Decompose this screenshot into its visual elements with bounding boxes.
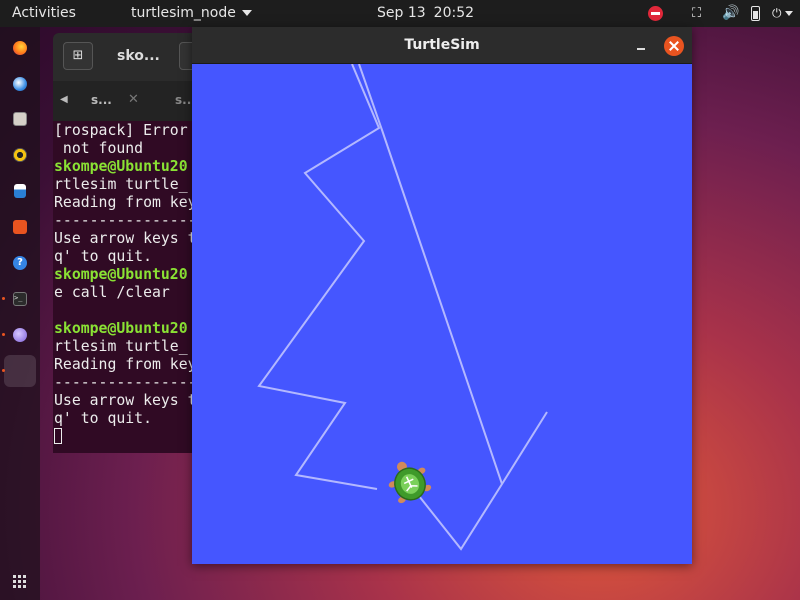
canvas-background	[192, 64, 692, 564]
volume-icon[interactable]: 🔊	[722, 0, 739, 27]
terminal-line: e call /clear	[54, 284, 170, 301]
app-icon	[13, 328, 27, 342]
terminal-line: q' to quit.	[54, 410, 152, 427]
turtlesim-canvas	[192, 64, 692, 564]
close-button[interactable]	[664, 36, 684, 56]
terminal-title: sko...	[117, 48, 160, 64]
dock-files[interactable]	[4, 103, 36, 135]
chevron-down-icon	[241, 10, 252, 16]
running-indicator	[2, 369, 5, 372]
terminal-line: Use arrow keys t	[54, 230, 197, 247]
chevron-down-icon	[784, 11, 793, 16]
turtlesim-titlebar[interactable]: TurtleSim	[192, 27, 692, 64]
minimize-button[interactable]	[633, 36, 649, 54]
dock-turtlesim[interactable]	[2, 355, 36, 387]
terminal-output[interactable]: [rospack] Error not found skompe@Ubuntu20…	[54, 122, 197, 446]
activities-button[interactable]: Activities	[12, 0, 76, 27]
dock-app[interactable]	[2, 319, 36, 351]
help-icon: ?	[13, 256, 27, 270]
chevron-left-icon[interactable]: ◀	[60, 81, 68, 121]
dock-help[interactable]: ?	[4, 247, 36, 279]
clock-date: Sep 13	[377, 5, 426, 21]
terminal-line: Use arrow keys t	[54, 392, 197, 409]
thunderbird-icon	[13, 77, 27, 91]
running-indicator	[2, 297, 5, 300]
terminal-line: not found	[54, 140, 144, 157]
terminal-line: skompe@Ubuntu20	[54, 320, 188, 337]
battery-icon[interactable]	[751, 6, 760, 21]
dock: ? >_	[0, 27, 40, 600]
grid-icon[interactable]	[13, 575, 27, 589]
rhythmbox-icon	[13, 148, 27, 162]
terminal-line: rtlesim turtle_	[54, 338, 188, 355]
dock-rhythmbox[interactable]	[4, 139, 36, 171]
app-menu-label: turtlesim_node	[131, 5, 236, 21]
terminal-line: ----------------	[54, 212, 197, 229]
clock[interactable]: Sep 13 20:52	[377, 0, 474, 27]
power-icon[interactable]: ⏻	[772, 0, 793, 27]
running-indicator	[2, 333, 5, 336]
terminal-line: q' to quit.	[54, 248, 152, 265]
app-menu[interactable]: turtlesim_node	[131, 0, 252, 27]
new-tab-button[interactable]: ⊞	[63, 42, 93, 70]
software-store-icon	[13, 220, 27, 234]
terminal-line: Reading from key	[54, 194, 197, 211]
dock-firefox[interactable]	[4, 32, 36, 64]
window-title: TurtleSim	[404, 37, 480, 53]
document-icon	[14, 184, 26, 198]
terminal-line: skompe@Ubuntu20	[54, 266, 188, 283]
dock-thunderbird[interactable]	[4, 68, 36, 100]
dock-libreoffice-writer[interactable]	[4, 175, 36, 207]
dock-terminal[interactable]: >_	[2, 283, 36, 315]
terminal-line: skompe@Ubuntu20	[54, 158, 188, 175]
terminal-line: rtlesim turtle_	[54, 176, 188, 193]
terminal-cursor	[54, 428, 62, 444]
terminal-line: ----------------	[54, 374, 197, 391]
turtlesim-window[interactable]: TurtleSim	[192, 27, 692, 564]
close-icon[interactable]: ✕	[128, 81, 139, 121]
terminal-lines: [rospack] Error not found skompe@Ubuntu20…	[54, 122, 197, 428]
files-icon	[13, 112, 27, 126]
terminal-tab-1[interactable]: s...	[91, 81, 112, 121]
dock-ubuntu-software[interactable]	[4, 211, 36, 243]
do-not-disturb-icon[interactable]	[648, 6, 663, 21]
top-bar: Activities turtlesim_node Sep 13 20:52 ⛶ …	[0, 0, 800, 27]
terminal-line: Reading from key	[54, 356, 197, 373]
clock-time: 20:52	[433, 5, 475, 21]
network-icon[interactable]: ⛶	[692, 0, 701, 27]
terminal-line: [rospack] Error	[54, 122, 188, 139]
firefox-icon	[13, 41, 27, 55]
terminal-icon: >_	[13, 292, 27, 306]
